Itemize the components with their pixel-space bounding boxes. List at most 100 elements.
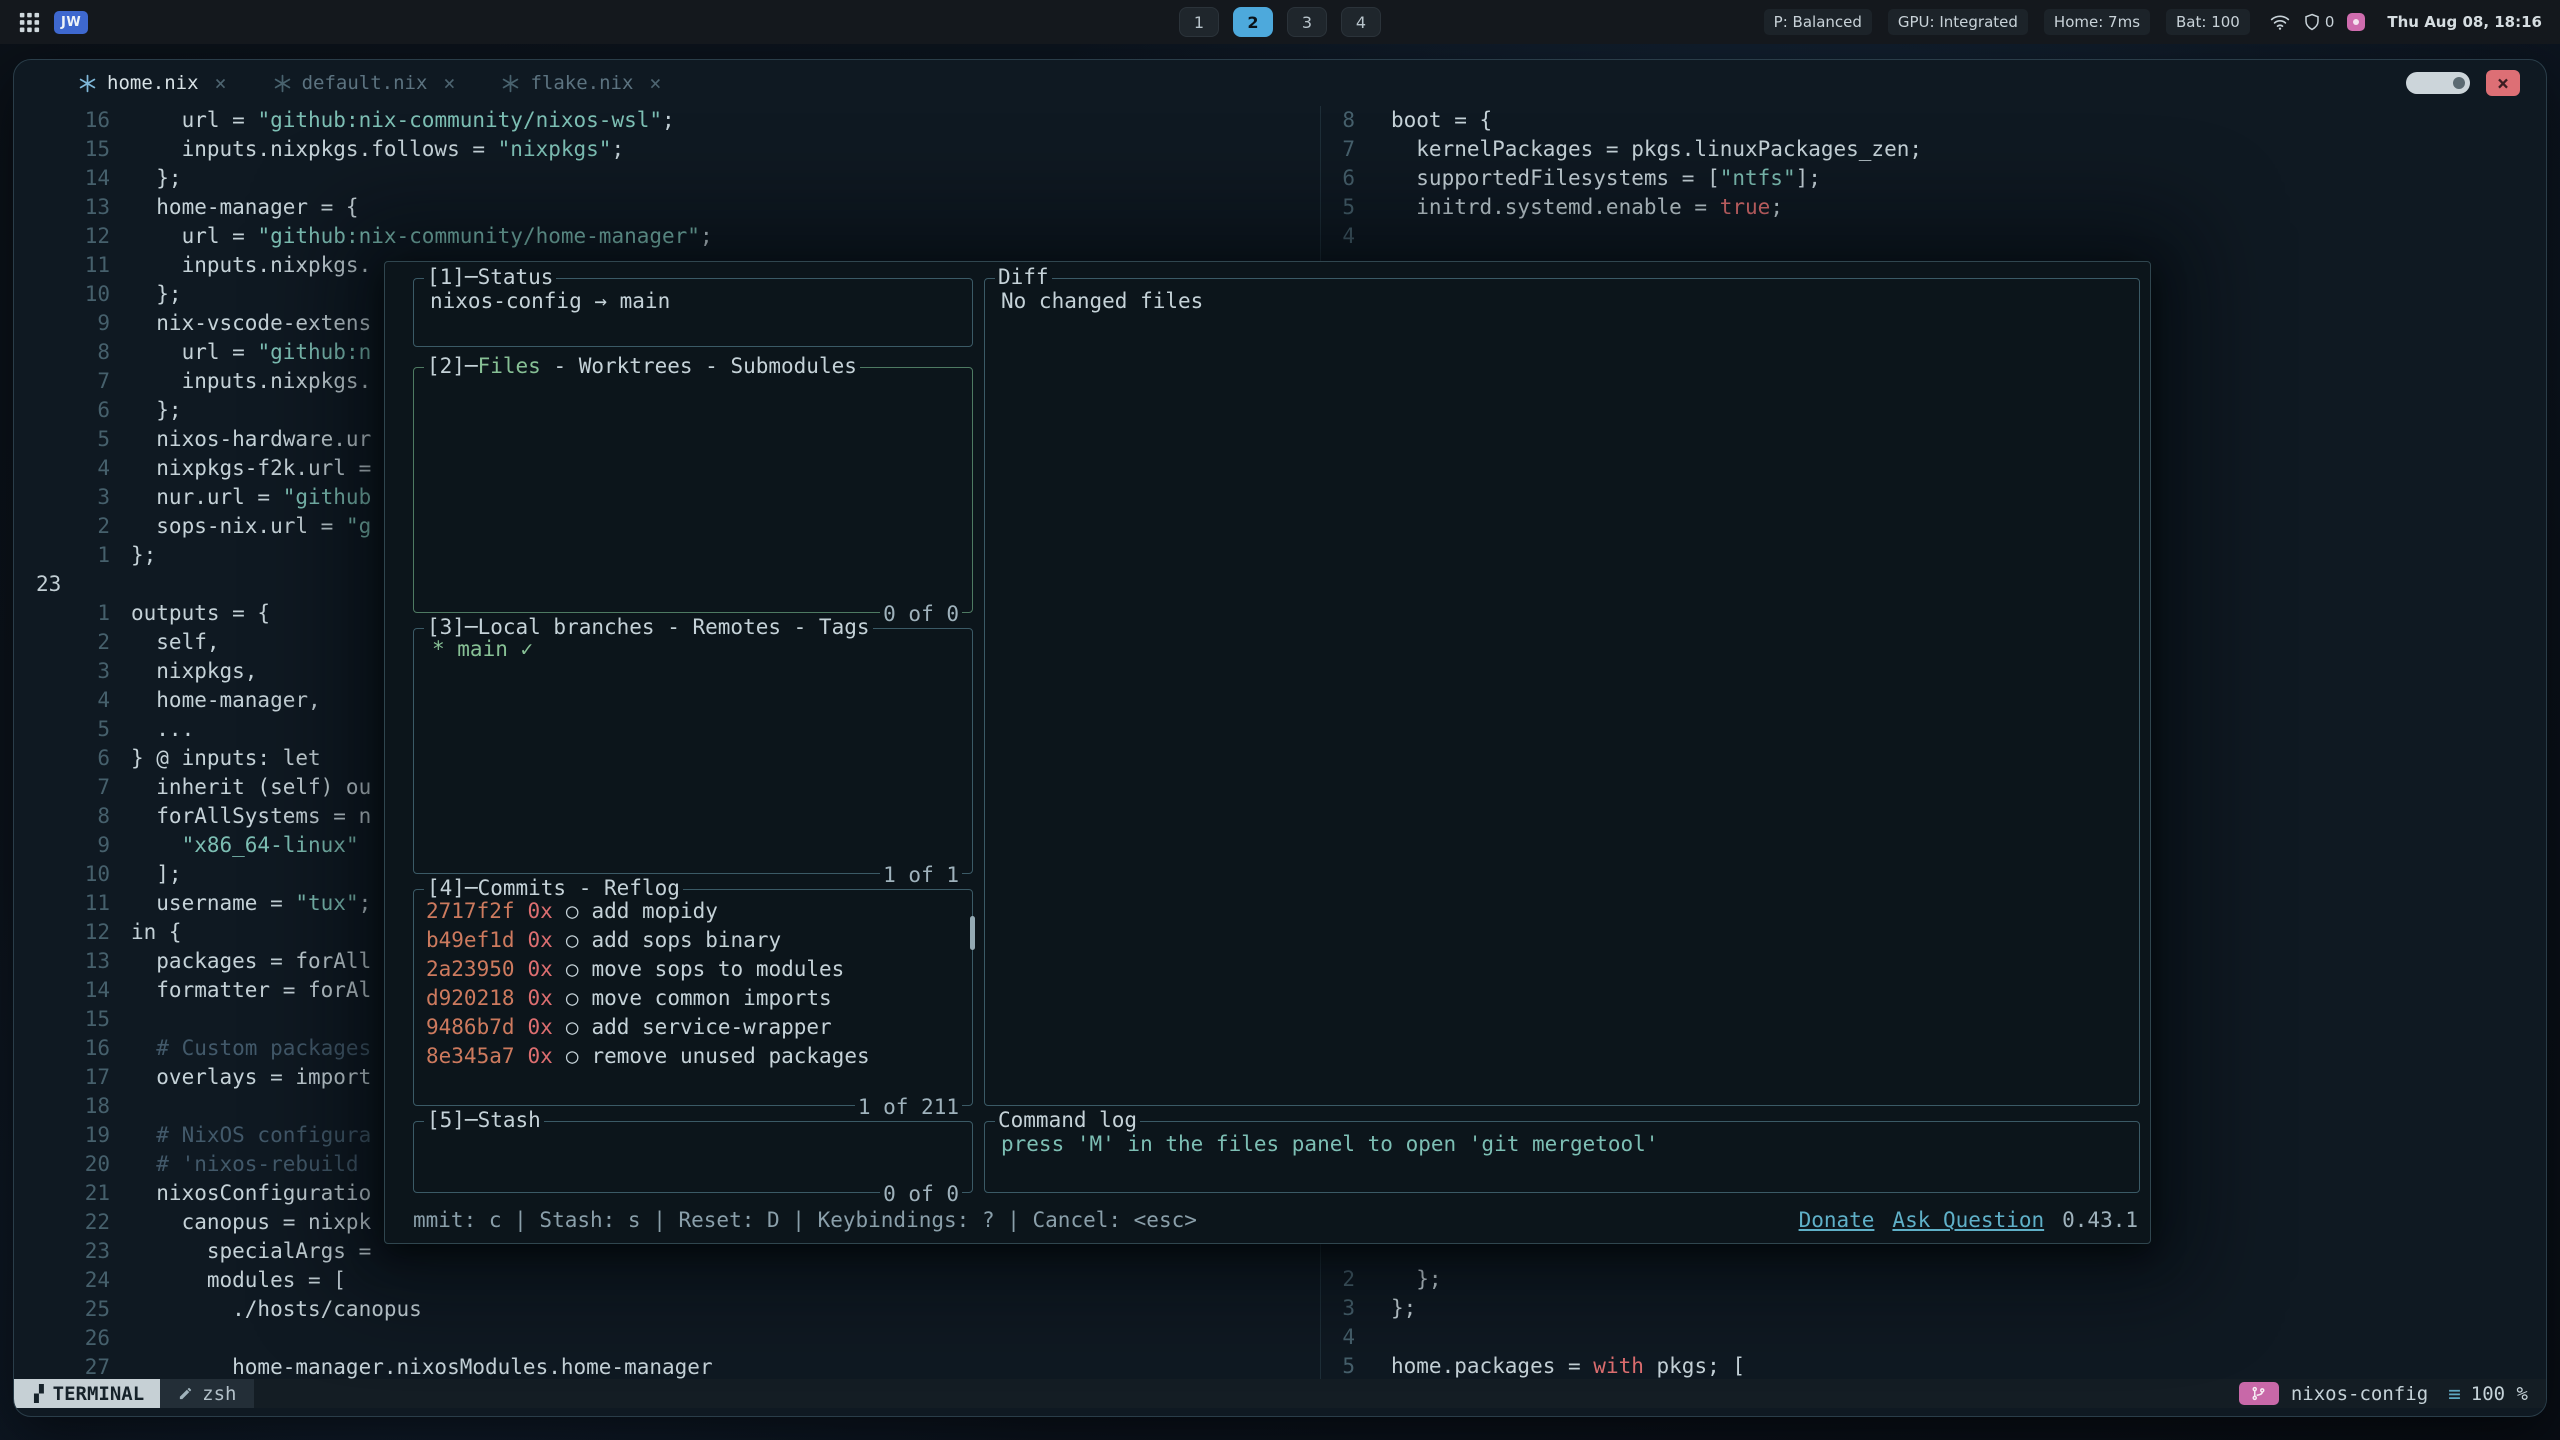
code-text: specialArgs =: [131, 1237, 371, 1266]
commit-row[interactable]: 2717f2f0x○add mopidy: [426, 897, 972, 926]
code-text: supportedFilesystems = ["ntfs"];: [1391, 164, 1821, 193]
tray-app-icon[interactable]: [2347, 13, 2365, 31]
commit-flag: 0x: [528, 1042, 553, 1071]
line-number: 26: [14, 1324, 126, 1353]
line-number: 1: [14, 599, 126, 628]
workspace-3[interactable]: 3: [1287, 7, 1327, 37]
commit-hash: d920218: [426, 984, 515, 1013]
pencil-icon: [178, 1386, 193, 1401]
line-number: 6: [14, 396, 126, 425]
line-number: 7: [1321, 135, 1367, 164]
code-text: } @ inputs: let: [131, 744, 321, 773]
battery-module: Bat: 100: [2166, 9, 2250, 35]
commit-row[interactable]: b49ef1d0x○add sops binary: [426, 926, 972, 955]
tab-default-nix[interactable]: default.nix ×: [273, 71, 456, 95]
code-text: nixos-hardware.ur: [131, 425, 371, 454]
window-close-button[interactable]: ×: [2486, 70, 2520, 96]
panel-title: Command log: [995, 1108, 1140, 1132]
code-text: };: [131, 280, 182, 309]
close-tab-icon[interactable]: ×: [649, 71, 661, 95]
git-branch-icon: [2239, 1382, 2279, 1405]
code-text: };: [131, 396, 182, 425]
user-logo-badge[interactable]: JW: [54, 11, 88, 34]
line-number: 11: [14, 251, 126, 280]
editor-line: 4: [1321, 1323, 2546, 1352]
commit-row[interactable]: 8e345a70x○remove unused packages: [426, 1042, 972, 1071]
stash-panel[interactable]: [5]─Stash 0 of 0: [413, 1121, 973, 1193]
code-text: inputs.nixpkgs.: [131, 251, 371, 280]
commit-message: move common imports: [591, 984, 831, 1013]
commits-panel[interactable]: [4]─Commits - Reflog 2717f2f0x○add mopid…: [413, 889, 973, 1106]
status-panel[interactable]: [1]─Status nixos-config → main: [413, 278, 973, 347]
donate-link[interactable]: Donate: [1799, 1206, 1875, 1235]
code-text: self,: [131, 628, 220, 657]
editor-line: 25 ./hosts/canopus: [14, 1295, 1320, 1324]
shield-icon[interactable]: 0: [2303, 13, 2335, 31]
code-text: url = "github:n: [131, 338, 371, 367]
tab-flake-nix[interactable]: flake.nix ×: [501, 71, 661, 95]
line-number: 13: [14, 947, 126, 976]
network-icon[interactable]: [2270, 12, 2290, 32]
line-number: 13: [14, 193, 126, 222]
workspace-4[interactable]: 4: [1341, 7, 1381, 37]
code-text: nixpkgs,: [131, 657, 257, 686]
workspace-2-active[interactable]: 2: [1233, 7, 1273, 37]
code-text: outputs = {: [131, 599, 270, 628]
commit-message: add service-wrapper: [591, 1013, 831, 1042]
close-tab-icon[interactable]: ×: [215, 71, 227, 95]
editor-line: 4: [1321, 222, 2546, 251]
current-line-number: 23: [14, 570, 126, 599]
tab-label: default.nix: [302, 72, 428, 94]
line-number: 15: [14, 135, 126, 164]
code-text: home-manager = {: [131, 193, 359, 222]
diff-panel[interactable]: Diff No changed files: [984, 278, 2140, 1106]
commit-row[interactable]: d9202180x○move common imports: [426, 984, 972, 1013]
code-text: };: [131, 541, 156, 570]
code-text: ...: [131, 715, 194, 744]
code-text: inputs.nixpkgs.: [131, 367, 371, 396]
close-tab-icon[interactable]: ×: [443, 71, 455, 95]
line-number: 17: [14, 1063, 126, 1092]
nix-snowflake-icon: [273, 74, 292, 93]
command-log-panel[interactable]: Command log press 'M' in the files panel…: [984, 1121, 2140, 1193]
commit-row[interactable]: 9486b7d0x○add service-wrapper: [426, 1013, 972, 1042]
workspace-1[interactable]: 1: [1179, 7, 1219, 37]
commit-graph-node: ○: [566, 984, 579, 1013]
system-tray: 0: [2270, 12, 2366, 32]
commit-hash: 8e345a7: [426, 1042, 515, 1071]
line-number: 3: [14, 657, 126, 686]
commit-list: 2717f2f0x○add mopidyb49ef1d0x○add sops b…: [414, 890, 972, 1071]
line-number: 6: [1321, 164, 1367, 193]
commit-row[interactable]: 2a239500x○move sops to modules: [426, 955, 972, 984]
code-text: "x86_64-linux": [131, 831, 359, 860]
line-number: 8: [14, 802, 126, 831]
line-number: 2: [14, 512, 126, 541]
files-panel[interactable]: [2]─Files - Worktrees - Submodules 0 of …: [413, 367, 973, 613]
editor-line: 5home.packages = with pkgs; [: [1321, 1352, 2546, 1381]
scrollbar-thumb[interactable]: [970, 916, 975, 950]
line-number: 16: [14, 106, 126, 135]
commit-graph-node: ○: [566, 926, 579, 955]
code-text: formatter = forAl: [131, 976, 371, 1005]
commit-flag: 0x: [528, 955, 553, 984]
app-launcher-icon[interactable]: [18, 11, 40, 33]
code-text: ./hosts/canopus: [131, 1295, 422, 1324]
code-text: in {: [131, 918, 182, 947]
commit-hash: 2a23950: [426, 955, 515, 984]
line-number: 4: [1321, 222, 1367, 251]
commit-message: add mopidy: [591, 897, 717, 926]
commit-graph-node: ○: [566, 897, 579, 926]
branches-panel[interactable]: [3]─Local branches - Remotes - Tags * ma…: [413, 628, 973, 874]
line-number: 5: [14, 715, 126, 744]
code-text: username = "tux";: [131, 889, 371, 918]
window-pill-indicator[interactable]: [2406, 72, 2470, 94]
tab-home-nix[interactable]: home.nix ×: [78, 71, 227, 95]
tab-label: flake.nix: [530, 72, 633, 94]
diff-content: No changed files: [985, 279, 2139, 323]
code-text: };: [1391, 1265, 1442, 1294]
panel-title: [1]─Status: [424, 265, 556, 289]
code-text: # 'nixos-rebuild: [131, 1150, 359, 1179]
code-text: boot = {: [1391, 106, 1492, 135]
ask-question-link[interactable]: Ask Question: [1892, 1206, 2044, 1235]
commit-flag: 0x: [528, 1013, 553, 1042]
